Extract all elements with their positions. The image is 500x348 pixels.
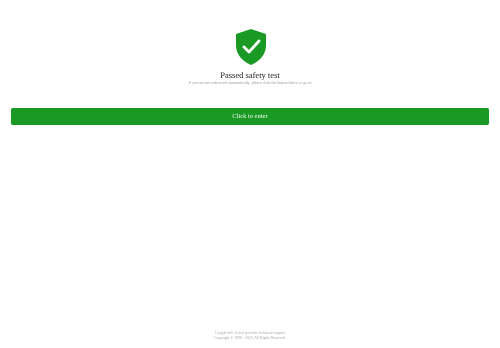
footer: Google fails Gcted provides technical su… (0, 331, 500, 341)
status-subtitle: If you are not redirected automatically,… (188, 80, 312, 85)
safety-check-page: Passed safety test If you are not redire… (0, 0, 500, 348)
footer-copyright: Copyright © 1998 - 2023. All Rights Rese… (214, 336, 286, 340)
shield-check-icon (234, 28, 268, 66)
enter-button[interactable]: Click to enter (11, 108, 489, 125)
